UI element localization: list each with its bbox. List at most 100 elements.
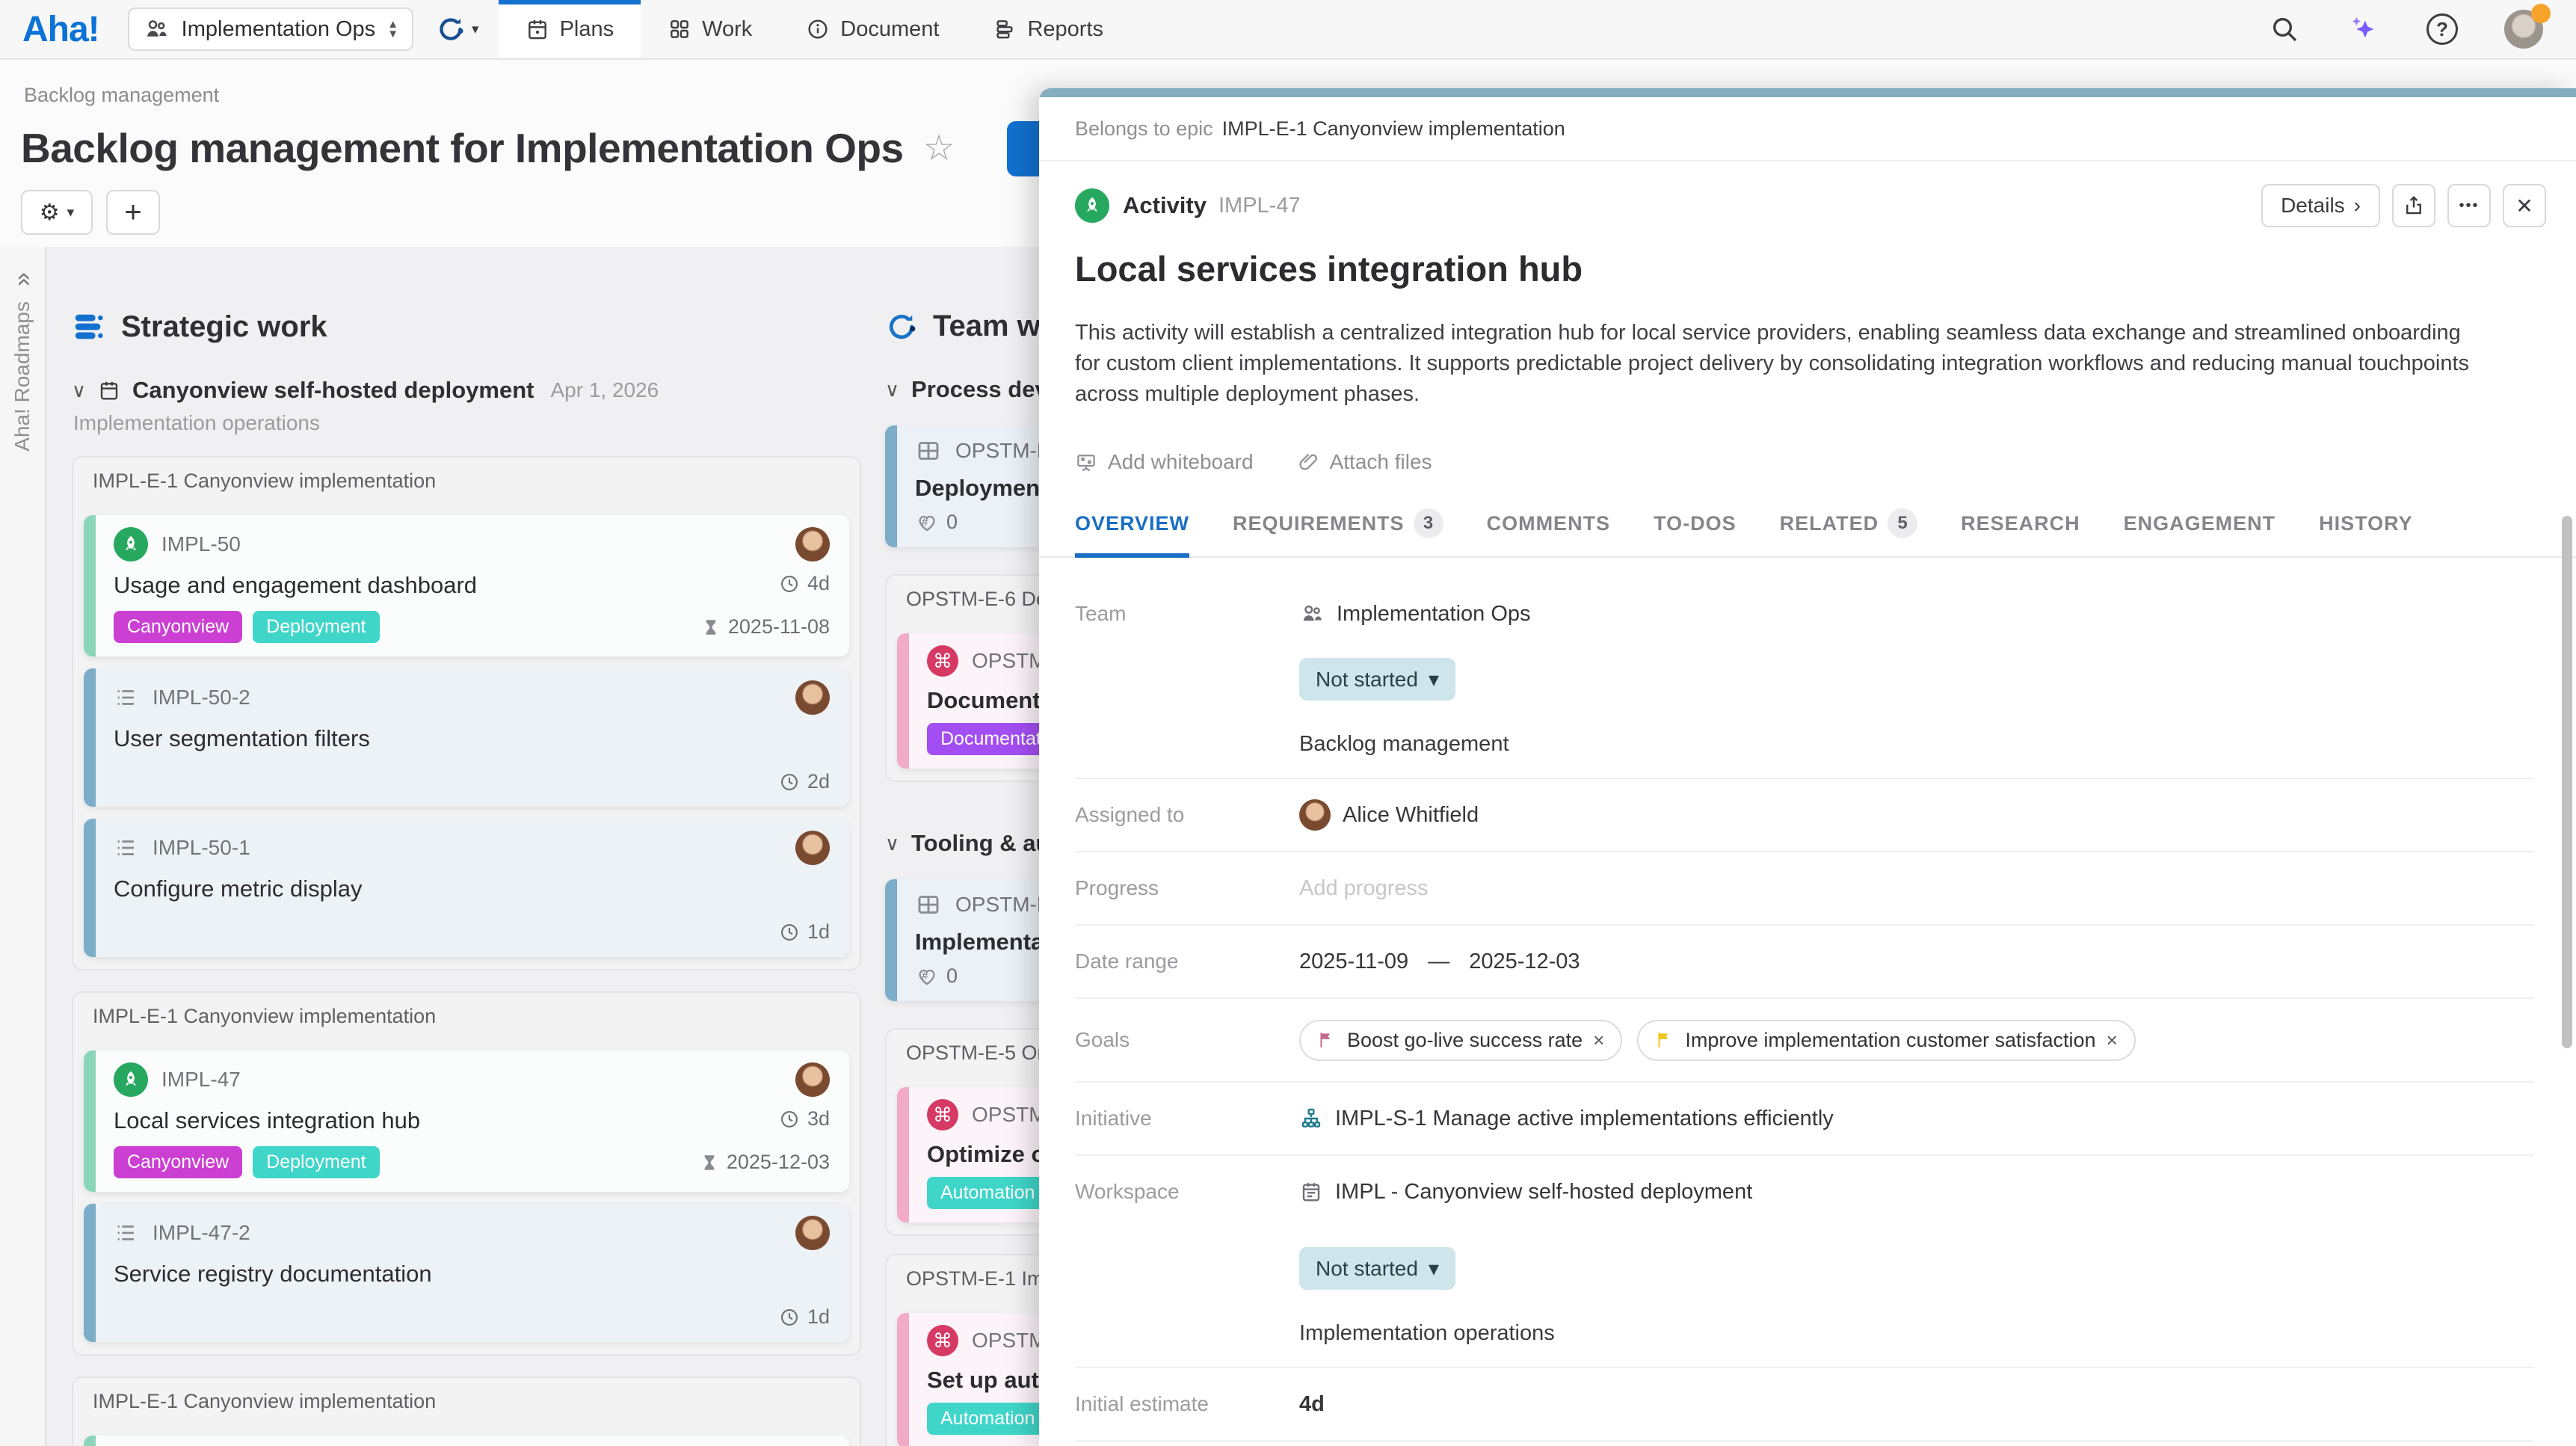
workspace-status-dropdown[interactable]: Not started ▾	[1299, 1247, 1455, 1290]
panel-top-strip	[1039, 88, 2576, 97]
assignee-avatar	[795, 1216, 830, 1250]
overview-fields: Team Implementation Ops Not started ▾ Ba…	[1075, 588, 2534, 1446]
tab-document[interactable]: Document	[779, 0, 966, 58]
card-due-date: 2025-12-03	[727, 1151, 830, 1174]
ai-sparkle-icon[interactable]	[2346, 12, 2380, 46]
tab-plans[interactable]: Plans	[499, 0, 641, 58]
collapse-chevron-icon[interactable]: ∨	[72, 379, 86, 402]
add-panel-button[interactable]: +	[106, 190, 160, 235]
requirement-card[interactable]: IMPL-47-2 Service registry documentation…	[84, 1204, 849, 1342]
release-name[interactable]: Canyonview self-hosted deployment	[132, 377, 534, 404]
epic-group-header[interactable]: IMPL-E-1 Canyonview implementation	[84, 1378, 849, 1424]
tab-todos[interactable]: TO-DOS	[1654, 508, 1737, 556]
help-icon[interactable]: ?	[2426, 13, 2458, 45]
tab-label: ENGAGEMENT	[2124, 512, 2276, 535]
goal-chip[interactable]: Improve implementation customer satisfac…	[1637, 1020, 2135, 1061]
progress-placeholder[interactable]: Add progress	[1299, 876, 1429, 901]
plans-calendar-icon	[526, 17, 549, 41]
work-item-card[interactable]: IMPL-47 Local services integration hub 3…	[84, 1050, 849, 1192]
initiative-name: IMPL-S-1 Manage active implementations e…	[1335, 1107, 1834, 1131]
work-grid-icon	[668, 17, 691, 41]
record-type-label: Activity	[1123, 192, 1207, 219]
tab-reports[interactable]: Reports	[966, 0, 1130, 58]
initiative-field-label: Initiative	[1075, 1107, 1299, 1130]
panel-scrollbar[interactable]	[2562, 516, 2572, 1048]
view-settings-button[interactable]: ⚙ ▾	[21, 190, 93, 235]
card-accent-bar	[897, 1313, 909, 1446]
more-button[interactable]: •••	[2447, 184, 2491, 227]
card-title: User segmentation filters	[114, 725, 370, 752]
epic-group: IMPL-E-1 Canyonview implementation IMPL-…	[72, 456, 861, 970]
initial-estimate-value[interactable]: 4d	[1299, 1392, 1325, 1417]
team-field-value[interactable]: Implementation Ops	[1299, 601, 1531, 627]
workflow-menu-button[interactable]: ▾	[436, 14, 479, 44]
tab-label: TO-DOS	[1654, 512, 1737, 535]
tab-research[interactable]: RESEARCH	[1961, 508, 2080, 556]
document-info-icon	[806, 17, 830, 41]
cmd-glyph: ⌘	[933, 650, 952, 673]
remove-goal-icon[interactable]: ×	[2107, 1029, 2118, 1052]
team-section-name[interactable]: Tooling & au	[911, 830, 1050, 857]
remove-goal-icon[interactable]: ×	[1593, 1029, 1604, 1052]
panel-tabs: OVERVIEW REQUIREMENTS3 COMMENTS TO-DOS R…	[1039, 508, 2576, 558]
record-description[interactable]: This activity will establish a centraliz…	[1075, 318, 2488, 410]
workspace-selector[interactable]: Implementation Ops ▲▼	[128, 7, 413, 51]
status-dropdown[interactable]: Not started ▾	[1299, 658, 1455, 701]
tab-engagement[interactable]: ENGAGEMENT	[2124, 508, 2276, 556]
left-rail: » Aha! Roadmaps	[0, 247, 46, 1446]
initiative-field-value[interactable]: IMPL-S-1 Manage active implementations e…	[1299, 1107, 1834, 1131]
status-label: Not started	[1316, 668, 1418, 692]
requirement-card[interactable]: IMPL-50-1 Configure metric display 1d	[84, 819, 849, 957]
card-accent-bar	[885, 425, 897, 547]
tab-comments[interactable]: COMMENTS	[1487, 508, 1611, 556]
tab-label: REQUIREMENTS	[1233, 512, 1405, 535]
collapse-chevron-icon[interactable]: ∨	[885, 832, 899, 855]
tab-overview[interactable]: OVERVIEW	[1075, 508, 1189, 556]
close-button[interactable]: ✕	[2503, 184, 2546, 227]
tab-requirements[interactable]: REQUIREMENTS3	[1233, 508, 1443, 556]
attach-files-label: Attach files	[1330, 450, 1432, 474]
goal-chip[interactable]: Boost go-live success rate ×	[1299, 1020, 1622, 1061]
add-whiteboard-button[interactable]: Add whiteboard	[1075, 450, 1254, 474]
card-id: OPSTM-E	[955, 439, 1051, 463]
requirement-card[interactable]: IMPL-50-2 User segmentation filters 2d	[84, 668, 849, 807]
tag-automation: Automation	[927, 1177, 1048, 1209]
workflow-icon	[436, 14, 466, 44]
work-item-card[interactable]: IMPL-38 Enhanced privacy and consent man…	[84, 1436, 849, 1446]
card-accent-bar	[84, 1050, 96, 1192]
rail-collapse-icon[interactable]: »	[7, 272, 37, 286]
workspace-field-value[interactable]: IMPL - Canyonview self-hosted deployment	[1299, 1180, 1752, 1205]
epic-link[interactable]: IMPL-E-1 Canyonview implementation	[1222, 117, 1565, 141]
user-avatar[interactable]	[2504, 10, 2543, 49]
team-section-name[interactable]: Process dev	[911, 376, 1048, 403]
backlog-link[interactable]: Backlog management	[1299, 732, 2534, 757]
assigned-field-value[interactable]: Alice Whitfield	[1299, 799, 1479, 831]
nav-right-icons: ?	[2270, 0, 2543, 58]
collapse-chevron-icon[interactable]: ∨	[885, 378, 899, 402]
add-whiteboard-label: Add whiteboard	[1108, 450, 1254, 474]
team-name: Implementation Ops	[1337, 602, 1531, 627]
help-question-glyph: ?	[2436, 18, 2448, 41]
aha-logo[interactable]: Aha!	[22, 0, 99, 58]
requirement-list-icon	[114, 685, 139, 710]
daterange-field-value[interactable]: 2025-11-09 — 2025-12-03	[1299, 950, 1580, 974]
caret-down-icon: ▾	[472, 21, 479, 38]
share-button[interactable]	[2392, 184, 2435, 227]
search-icon[interactable]	[2270, 14, 2299, 44]
work-item-card[interactable]: IMPL-50 Usage and engagement dashboard 4…	[84, 515, 849, 656]
card-id: OPSTM-E	[955, 893, 1051, 917]
attach-files-button[interactable]: Attach files	[1297, 450, 1432, 474]
tab-related[interactable]: RELATED5	[1780, 508, 1918, 556]
date-end[interactable]: 2025-12-03	[1469, 950, 1580, 974]
details-button-label: Details	[2281, 194, 2345, 218]
favorite-star-icon[interactable]: ☆	[923, 127, 955, 169]
tab-history[interactable]: HISTORY	[2319, 508, 2413, 556]
details-button[interactable]: Details ›	[2261, 184, 2380, 227]
tab-work[interactable]: Work	[641, 0, 779, 58]
date-start[interactable]: 2025-11-09	[1299, 950, 1408, 974]
belongs-to-epic-label: Belongs to epic	[1075, 117, 1213, 141]
assignee-avatar	[795, 1062, 830, 1097]
epic-group-header[interactable]: IMPL-E-1 Canyonview implementation	[84, 993, 849, 1039]
breadcrumb[interactable]: Backlog management	[24, 84, 219, 107]
epic-group-header[interactable]: IMPL-E-1 Canyonview implementation	[84, 458, 849, 503]
